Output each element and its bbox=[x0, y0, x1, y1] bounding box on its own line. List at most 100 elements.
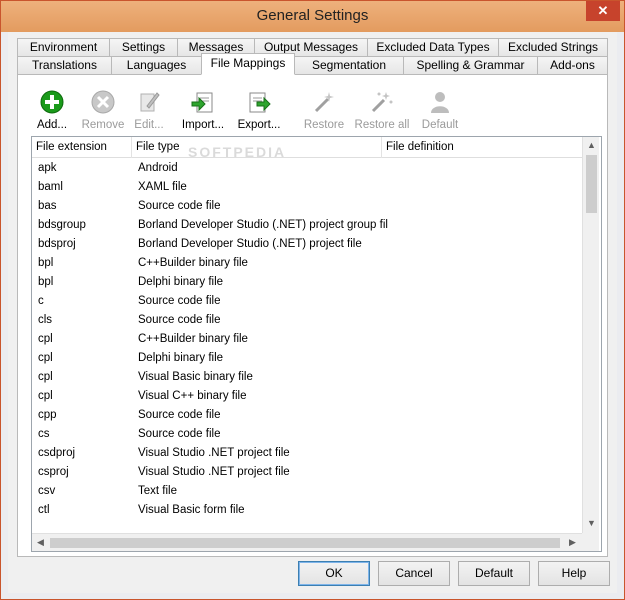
scroll-up-icon[interactable]: ▲ bbox=[583, 137, 600, 154]
import-label: Import... bbox=[181, 119, 225, 131]
tab-file-mappings[interactable]: File Mappings bbox=[201, 53, 295, 75]
add-icon bbox=[40, 90, 64, 114]
table-row[interactable]: bpl Delphi binary file bbox=[32, 273, 582, 292]
table-row[interactable]: csdproj Visual Studio .NET project file bbox=[32, 444, 582, 463]
vertical-scroll-thumb[interactable] bbox=[586, 155, 597, 213]
column-header-file-type[interactable]: File type bbox=[132, 137, 382, 158]
vertical-scrollbar[interactable]: ▲ ▼ bbox=[582, 137, 599, 533]
cell-file-type: Android bbox=[138, 162, 178, 174]
cell-file-extension: apk bbox=[38, 162, 57, 174]
cell-file-definition bbox=[388, 349, 582, 368]
restore-all-label: Restore all bbox=[354, 119, 410, 131]
tab-segmentation[interactable]: Segmentation bbox=[294, 56, 404, 75]
cell-file-extension: ctl bbox=[38, 504, 50, 516]
table-row[interactable]: baml XAML file bbox=[32, 178, 582, 197]
cell-file-type: Visual Studio .NET project file bbox=[138, 466, 290, 478]
tab-languages[interactable]: Languages bbox=[111, 56, 202, 75]
column-header-file-extension[interactable]: File extension bbox=[32, 137, 132, 158]
table-row[interactable]: apk Android bbox=[32, 159, 582, 178]
tab-add-ons[interactable]: Add-ons bbox=[537, 56, 608, 75]
cell-file-type: Visual Studio .NET project file bbox=[138, 447, 290, 459]
table-row[interactable]: csproj Visual Studio .NET project file bbox=[32, 463, 582, 482]
cancel-button[interactable]: Cancel bbox=[378, 561, 450, 586]
close-icon: ✕ bbox=[597, 3, 609, 18]
tab-environment[interactable]: Environment bbox=[17, 38, 110, 57]
export-button[interactable]: Export... bbox=[234, 87, 284, 133]
toolbar-separator bbox=[170, 89, 171, 129]
restore-all-button[interactable]: Restore all bbox=[353, 87, 411, 133]
cell-file-type: Source code file bbox=[138, 200, 221, 212]
cell-file-extension: cs bbox=[38, 428, 50, 440]
cell-file-definition bbox=[388, 292, 582, 311]
cell-file-extension: bpl bbox=[38, 276, 54, 288]
cell-file-extension: cpl bbox=[38, 352, 53, 364]
tab-spelling-grammar[interactable]: Spelling & Grammar bbox=[403, 56, 538, 75]
add-button[interactable]: Add... bbox=[29, 87, 75, 133]
tab-settings[interactable]: Settings bbox=[109, 38, 178, 57]
edit-label: Edit... bbox=[134, 119, 164, 131]
table-row[interactable]: csv Text file bbox=[32, 482, 582, 501]
column-header-file-definition[interactable]: File definition bbox=[382, 137, 582, 158]
file-mappings-grid[interactable]: File extension File type File definition… bbox=[31, 136, 602, 552]
tab-excluded-strings[interactable]: Excluded Strings bbox=[498, 38, 608, 57]
close-button[interactable]: ✕ bbox=[586, 1, 620, 21]
table-row[interactable]: bpl C++Builder binary file bbox=[32, 254, 582, 273]
import-icon bbox=[191, 92, 213, 113]
edit-icon bbox=[140, 92, 160, 112]
cell-file-extension: cpl bbox=[38, 390, 53, 402]
horizontal-scrollbar[interactable]: ◀ ▶ bbox=[32, 533, 582, 551]
tab-translations[interactable]: Translations bbox=[17, 56, 112, 75]
cell-file-definition bbox=[388, 311, 582, 330]
cell-file-extension: bdsproj bbox=[38, 238, 76, 250]
scroll-right-icon[interactable]: ▶ bbox=[564, 534, 581, 551]
cell-file-extension: cls bbox=[38, 314, 53, 326]
cell-file-type: Source code file bbox=[138, 428, 221, 440]
horizontal-scroll-thumb[interactable] bbox=[50, 538, 560, 548]
cell-file-type: Visual C++ binary file bbox=[138, 390, 247, 402]
scroll-left-icon[interactable]: ◀ bbox=[32, 534, 49, 551]
restore-button[interactable]: Restore bbox=[299, 87, 349, 133]
export-label: Export... bbox=[237, 119, 281, 131]
user-icon bbox=[431, 92, 449, 113]
scroll-corner bbox=[582, 533, 599, 551]
table-row[interactable]: cs Source code file bbox=[32, 425, 582, 444]
table-row[interactable]: cls Source code file bbox=[32, 311, 582, 330]
export-icon bbox=[249, 92, 271, 113]
cell-file-extension: csdproj bbox=[38, 447, 76, 459]
cell-file-extension: csv bbox=[38, 485, 56, 497]
help-button[interactable]: Help bbox=[538, 561, 610, 586]
table-row[interactable]: ctl Visual Basic form file bbox=[32, 501, 582, 520]
table-row[interactable]: c Source code file bbox=[32, 292, 582, 311]
table-row[interactable]: cpl Visual C++ binary file bbox=[32, 387, 582, 406]
table-row[interactable]: bas Source code file bbox=[32, 197, 582, 216]
magic-wand-icon bbox=[314, 92, 334, 113]
table-row[interactable]: cpl Visual Basic binary file bbox=[32, 368, 582, 387]
cell-file-extension: bpl bbox=[38, 257, 54, 269]
cell-file-definition bbox=[388, 178, 582, 197]
ok-button[interactable]: OK bbox=[298, 561, 370, 586]
table-row[interactable]: cpl C++Builder binary file bbox=[32, 330, 582, 349]
cell-file-type: Text file bbox=[138, 485, 177, 497]
remove-button[interactable]: Remove bbox=[79, 87, 127, 133]
default-button[interactable]: Default bbox=[458, 561, 530, 586]
table-row[interactable]: cpp Source code file bbox=[32, 406, 582, 425]
default-toolbar-button[interactable]: Default bbox=[417, 87, 463, 133]
cell-file-type: C++Builder binary file bbox=[138, 333, 248, 345]
edit-button[interactable]: Edit... bbox=[131, 87, 167, 133]
cell-file-type: Borland Developer Studio (.NET) project … bbox=[138, 219, 388, 231]
settings-dialog: General Settings ✕ Environment Settings … bbox=[0, 0, 625, 600]
cell-file-definition bbox=[388, 273, 582, 292]
cell-file-type: Borland Developer Studio (.NET) project … bbox=[138, 238, 362, 250]
table-row[interactable]: cpl Delphi binary file bbox=[32, 349, 582, 368]
remove-label: Remove bbox=[81, 119, 125, 131]
dialog-client: Environment Settings Messages Output Mes… bbox=[8, 32, 617, 593]
scroll-down-icon[interactable]: ▼ bbox=[583, 515, 600, 532]
table-row[interactable]: bdsproj Borland Developer Studio (.NET) p… bbox=[32, 235, 582, 254]
toolbar-separator bbox=[291, 89, 292, 129]
title-bar: General Settings ✕ bbox=[1, 1, 624, 32]
cell-file-extension: cpl bbox=[38, 371, 53, 383]
import-button[interactable]: Import... bbox=[178, 87, 228, 133]
tab-excluded-data-types[interactable]: Excluded Data Types bbox=[367, 38, 499, 57]
table-row[interactable]: bdsgroup Borland Developer Studio (.NET) … bbox=[32, 216, 582, 235]
cell-file-type: Source code file bbox=[138, 314, 221, 326]
